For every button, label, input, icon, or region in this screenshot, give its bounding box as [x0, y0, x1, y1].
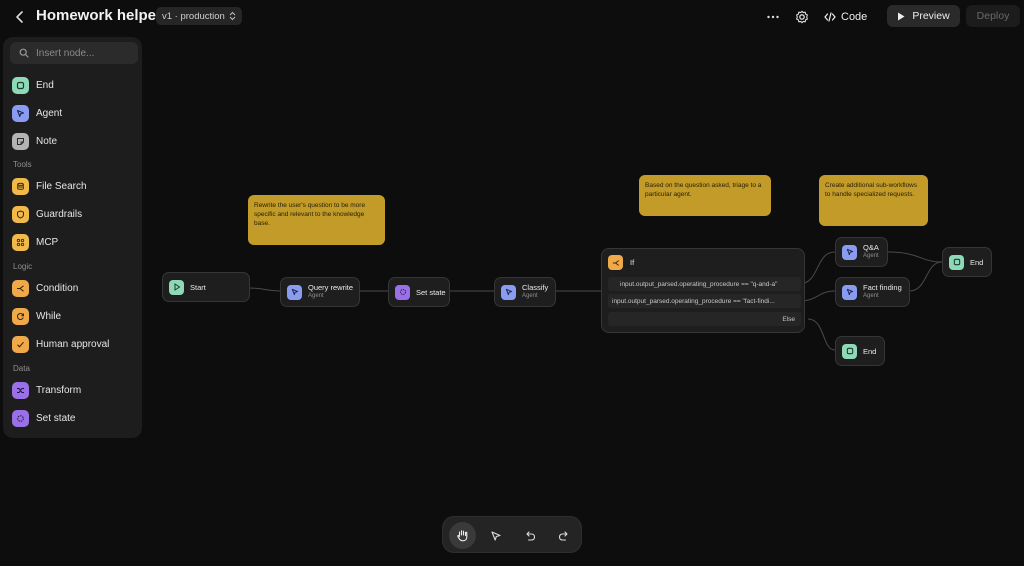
- node-label: Set state: [416, 287, 446, 297]
- node-type: Agent: [863, 253, 879, 259]
- undo-icon: [525, 530, 535, 541]
- undo-button[interactable]: [516, 522, 543, 549]
- node-type: Agent: [863, 293, 879, 299]
- cursor-icon: [842, 244, 857, 260]
- hand-tool-button[interactable]: [449, 522, 476, 549]
- node-text: Q&A Agent: [863, 243, 879, 261]
- node-label: End: [863, 346, 877, 356]
- canvas-toolbar: [442, 516, 582, 553]
- node-type: Agent: [522, 293, 538, 299]
- node-start[interactable]: Start: [162, 272, 250, 302]
- pointer-icon: [490, 530, 501, 541]
- else-label: Else: [782, 315, 795, 323]
- node-end-bottom[interactable]: End: [835, 336, 885, 366]
- branch-icon: [608, 255, 623, 270]
- node-if[interactable]: If input.output_parsed.operating_procedu…: [601, 248, 805, 333]
- node-label: Start: [190, 282, 206, 292]
- note-rewrite[interactable]: Rewrite the user's question to be more s…: [248, 195, 385, 245]
- node-fact-finding[interactable]: Fact finding Agent: [835, 277, 910, 307]
- if-condition-2[interactable]: input.output_parsed.operating_procedure …: [608, 294, 801, 308]
- node-classify[interactable]: Classify Agent: [494, 277, 556, 307]
- node-qa[interactable]: Q&A Agent: [835, 237, 888, 267]
- node-text: Fact finding Agent: [863, 283, 902, 301]
- node-label: Q&A: [863, 243, 879, 252]
- if-header: If: [608, 255, 634, 270]
- condition-text: input.output_parsed.operating_procedure …: [612, 297, 775, 305]
- note-subworkflows[interactable]: Create additional sub-workflows to handl…: [819, 175, 928, 226]
- square-icon: [842, 343, 857, 359]
- redo-icon: [558, 530, 568, 541]
- node-type: Agent: [308, 293, 324, 299]
- note-text: Rewrite the user's question to be more s…: [254, 202, 366, 227]
- if-condition-1[interactable]: input.output_parsed.operating_procedure …: [608, 277, 801, 291]
- cursor-icon: [287, 284, 302, 300]
- cursor-icon: [501, 284, 516, 300]
- note-triage[interactable]: Based on the question asked, triage to a…: [639, 175, 771, 216]
- node-label: Query rewrite: [308, 283, 354, 292]
- condition-text: input.output_parsed.operating_procedure …: [620, 280, 778, 288]
- cursor-icon: [842, 284, 857, 300]
- if-else[interactable]: Else: [608, 312, 801, 326]
- node-text: Query rewrite Agent: [308, 283, 353, 301]
- node-set-state[interactable]: Set state: [388, 277, 450, 307]
- node-query-rewrite[interactable]: Query rewrite Agent: [280, 277, 360, 307]
- redo-button[interactable]: [550, 522, 577, 549]
- note-text: Create additional sub-workflows to handl…: [825, 182, 918, 198]
- node-end-right[interactable]: End: [942, 247, 992, 277]
- square-icon: [949, 254, 964, 270]
- node-label: Classify: [522, 283, 549, 292]
- note-text: Based on the question asked, triage to a…: [645, 182, 762, 198]
- hand-icon: [457, 530, 468, 542]
- pointer-tool-button[interactable]: [482, 522, 509, 549]
- node-text: Classify Agent: [522, 283, 548, 301]
- play-outline-icon: [169, 279, 184, 295]
- node-label: End: [970, 257, 984, 267]
- node-label: Fact finding: [863, 283, 902, 292]
- state-icon: [395, 284, 410, 300]
- node-label: If: [630, 258, 635, 267]
